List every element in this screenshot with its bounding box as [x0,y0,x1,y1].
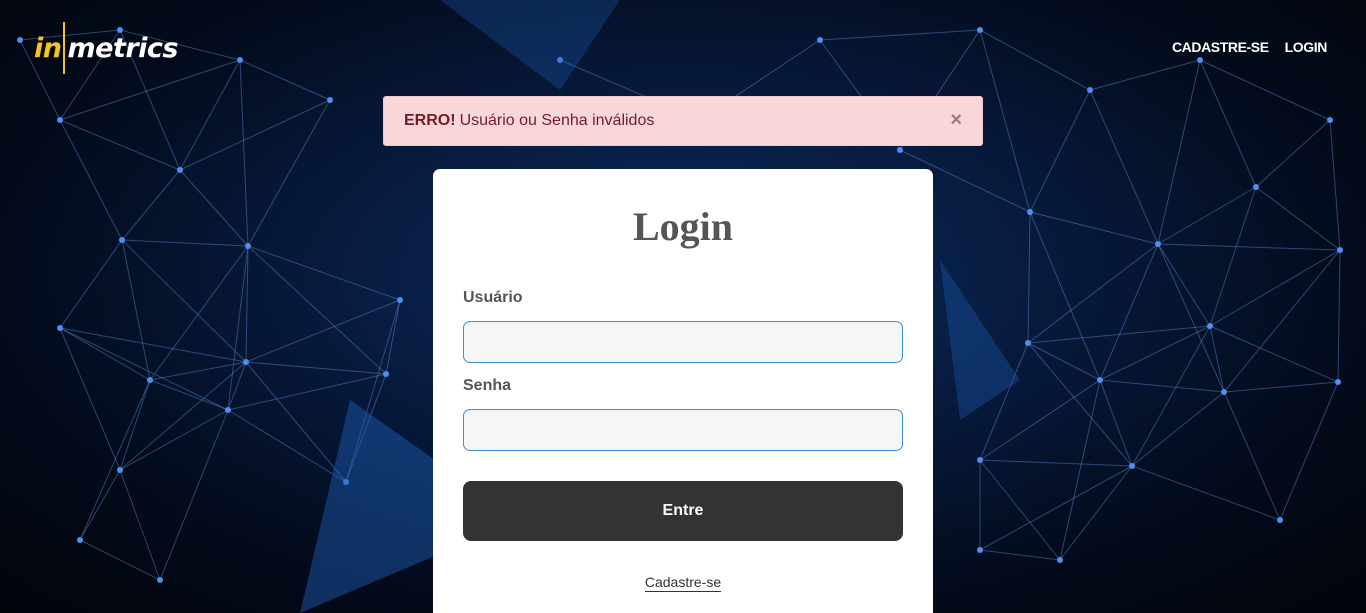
logo-metrics-text: metrics [67,32,178,64]
alert-message: Usuário ou Senha inválidos [459,112,655,129]
top-navigation: CADASTRE-SE LOGIN [1172,39,1327,55]
login-card: Login Usuário Senha Entre Cadastre-se [433,169,933,613]
password-input[interactable] [463,409,903,451]
username-input[interactable] [463,321,903,363]
nav-register-link[interactable]: CADASTRE-SE [1172,39,1269,55]
alert-title: ERRO! [404,112,456,129]
register-link-wrapper: Cadastre-se [433,574,933,592]
register-link[interactable]: Cadastre-se [644,574,722,592]
logo-in-text: in [34,32,62,64]
logo-divider [63,22,66,74]
page-title: Login [632,204,734,249]
nav-login-link[interactable]: LOGIN [1285,39,1328,55]
inmetrics-logo[interactable]: in metrics [34,22,178,74]
error-alert: ERRO! Usuário ou Senha inválidos × [383,96,983,146]
username-label: Usuário [463,289,523,306]
password-label: Senha [463,377,512,394]
login-submit-button[interactable]: Entre [463,481,903,541]
close-icon[interactable]: × [950,110,962,130]
